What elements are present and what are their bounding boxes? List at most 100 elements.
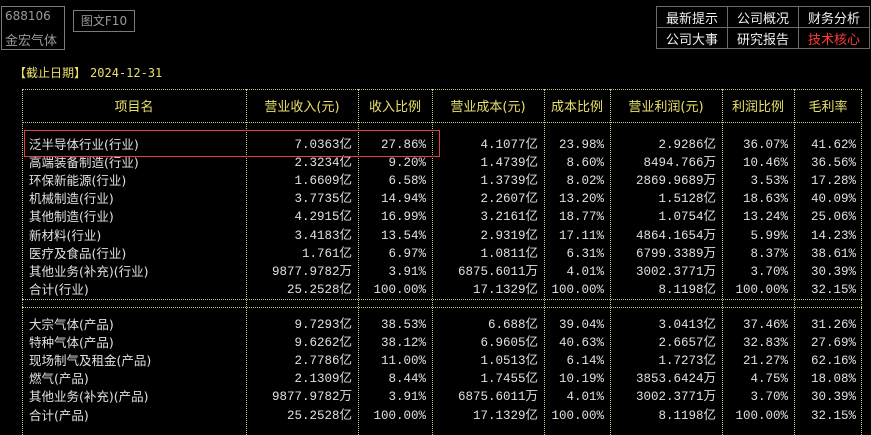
- highlight-box: [24, 130, 440, 157]
- cell-profit-ratio: 4.75%: [750, 372, 788, 387]
- deadline-value: 2024-12-31: [90, 66, 163, 80]
- column-header-profit[interactable]: 营业利润(元): [610, 96, 722, 115]
- cell-revenue: 9.7293亿: [294, 318, 352, 332]
- row-divider: [22, 307, 862, 308]
- cell-gross-margin: 17.28%: [810, 174, 856, 189]
- cell-profit: 3002.3771万: [635, 264, 716, 279]
- table-row[interactable]: 环保新能源(行业) 1.6609亿 6.58% 1.3739亿 8.02% 2869.96…: [0, 172, 871, 190]
- cell-gross-margin: 36.56%: [810, 156, 856, 171]
- deadline: 【截止日期】 2024-12-31: [14, 64, 162, 81]
- cell-cost: 1.7455亿: [480, 372, 538, 387]
- column-header-cost-ratio[interactable]: 成本比例: [544, 96, 610, 115]
- cell-profit: 1.0754亿: [658, 210, 716, 225]
- cell-profit-ratio: 10.46%: [742, 156, 788, 171]
- cell-revenue-ratio: 8.44%: [388, 372, 426, 387]
- cell-profit: 3.0413亿: [658, 318, 716, 332]
- cell-cost-ratio: 23.98%: [558, 138, 604, 152]
- cell-gross-margin: 27.69%: [810, 336, 856, 351]
- cell-revenue-ratio: 100.00%: [373, 408, 426, 423]
- cell-profit: 2.9286亿: [658, 138, 716, 152]
- cell-revenue: 9877.9782万: [271, 390, 352, 405]
- cell-revenue-ratio: 11.00%: [380, 354, 426, 369]
- cell-profit-ratio: 5.99%: [750, 228, 788, 243]
- cell-cost-ratio: 6.14%: [566, 354, 604, 369]
- cell-cost-ratio: 18.77%: [558, 210, 604, 225]
- cell-revenue-ratio: 38.53%: [380, 318, 426, 332]
- cell-revenue-ratio: 3.91%: [388, 390, 426, 405]
- nav-research-reports[interactable]: 研究报告: [727, 27, 799, 49]
- cell-name: 环保新能源(行业): [29, 173, 127, 189]
- column-header-gross-margin[interactable]: 毛利率: [794, 96, 862, 115]
- cell-name: 新材料(行业): [29, 227, 102, 243]
- cell-profit-ratio: 32.83%: [742, 336, 788, 351]
- column-header-cost[interactable]: 营业成本(元): [432, 96, 544, 115]
- table-row[interactable]: 其他业务(补充)(行业) 9877.9782万 3.91% 6875.6011万 4.0…: [0, 263, 871, 281]
- cell-cost: 6875.6011万: [457, 264, 538, 279]
- row-divider: [22, 122, 862, 123]
- cell-cost-ratio: 40.63%: [558, 336, 604, 351]
- cell-cost: 1.0811亿: [480, 246, 538, 261]
- table-row[interactable]: 现场制气及租金(产品) 2.7786亿 11.00% 1.0513亿 6.14% 1.72…: [0, 352, 871, 370]
- cell-name: 其他业务(补充)(行业): [29, 263, 149, 279]
- table-row[interactable]: 其他业务(补充)(产品) 9877.9782万 3.91% 6875.6011万 4.0…: [0, 388, 871, 406]
- cell-revenue: 1.761亿: [301, 246, 352, 261]
- cell-profit: 3853.6424万: [635, 372, 716, 387]
- cell-profit-ratio: 21.27%: [742, 354, 788, 369]
- nav-company-overview[interactable]: 公司概况: [727, 6, 799, 28]
- nav-tech-core[interactable]: 技术核心: [798, 27, 870, 49]
- column-header-name[interactable]: 项目名: [22, 96, 246, 115]
- cell-name: 合计(产品): [29, 407, 89, 423]
- cell-cost-ratio: 10.19%: [558, 372, 604, 387]
- nav-financial-analysis[interactable]: 财务分析: [798, 6, 870, 28]
- cell-cost: 1.4739亿: [480, 156, 538, 171]
- cell-gross-margin: 30.39%: [810, 264, 856, 279]
- row-divider: [22, 299, 862, 300]
- cell-revenue-ratio: 6.58%: [388, 174, 426, 189]
- table-row[interactable]: 合计(行业) 25.2528亿 100.00% 17.1329亿 100.00% 8.11…: [0, 281, 871, 299]
- table-row[interactable]: 特种气体(产品) 9.6262亿 38.12% 6.9605亿 40.63% 2.6657…: [0, 334, 871, 352]
- table-row[interactable]: 其他制造(行业) 4.2915亿 16.99% 3.2161亿 18.77% 1.0754…: [0, 208, 871, 226]
- cell-revenue: 1.6609亿: [294, 174, 352, 189]
- cell-revenue-ratio: 14.94%: [380, 192, 426, 207]
- column-header-profit-ratio[interactable]: 利润比例: [722, 96, 794, 115]
- f10-tab[interactable]: 图文F10: [73, 10, 135, 32]
- cell-profit-ratio: 36.07%: [742, 138, 788, 152]
- cell-gross-margin: 38.61%: [810, 246, 856, 261]
- table-row[interactable]: 大宗气体(产品) 9.7293亿 38.53% 6.688亿 39.04% 3.0413亿…: [0, 316, 871, 334]
- column-header-revenue-ratio[interactable]: 收入比例: [358, 96, 432, 115]
- cell-gross-margin: 41.62%: [810, 138, 856, 152]
- top-nav: 最新提示 公司概况 财务分析 公司大事 研究报告 技术核心: [656, 6, 870, 49]
- cell-cost-ratio: 100.00%: [551, 408, 604, 423]
- column-header-revenue[interactable]: 营业收入(元): [246, 96, 358, 115]
- table-row[interactable]: 合计(产品) 25.2528亿 100.00% 17.1329亿 100.00% 8.11…: [0, 407, 871, 425]
- cell-profit-ratio: 18.63%: [742, 192, 788, 207]
- cell-cost-ratio: 8.02%: [566, 174, 604, 189]
- cell-profit-ratio: 3.70%: [750, 390, 788, 405]
- cell-name: 燃气(产品): [29, 371, 89, 387]
- cell-cost: 1.3739亿: [480, 174, 538, 189]
- cell-profit-ratio: 100.00%: [735, 408, 788, 423]
- cell-profit: 8494.766万: [643, 156, 716, 171]
- cell-revenue: 25.2528亿: [286, 282, 352, 297]
- cell-profit: 4864.1654万: [635, 228, 716, 243]
- cell-profit: 3002.3771万: [635, 390, 716, 405]
- nav-company-events[interactable]: 公司大事: [656, 27, 728, 49]
- table-row[interactable]: 医疗及食品(行业) 1.761亿 6.97% 1.0811亿 6.31% 6799.338…: [0, 245, 871, 263]
- cell-profit: 8.1198亿: [658, 408, 716, 423]
- cell-name: 合计(行业): [29, 281, 89, 297]
- cell-revenue-ratio: 100.00%: [373, 282, 426, 297]
- cell-cost: 17.1329亿: [472, 282, 538, 297]
- cell-name: 大宗气体(产品): [29, 317, 114, 332]
- cell-cost: 2.9319亿: [480, 228, 538, 243]
- cell-cost: 1.0513亿: [480, 354, 538, 369]
- cell-revenue: 9877.9782万: [271, 264, 352, 279]
- cell-profit: 8.1198亿: [658, 282, 716, 297]
- cell-revenue-ratio: 3.91%: [388, 264, 426, 279]
- table-row[interactable]: 机械制造(行业) 3.7735亿 14.94% 2.2607亿 13.20% 1.5128…: [0, 190, 871, 208]
- cell-cost-ratio: 17.11%: [558, 228, 604, 243]
- table-row[interactable]: 燃气(产品) 2.1309亿 8.44% 1.7455亿 10.19% 3853.6424…: [0, 370, 871, 388]
- cell-profit-ratio: 13.24%: [742, 210, 788, 225]
- nav-latest-tips[interactable]: 最新提示: [656, 6, 728, 28]
- table-row[interactable]: 新材料(行业) 3.4183亿 13.54% 2.9319亿 17.11% 4864.16…: [0, 227, 871, 245]
- cell-gross-margin: 14.23%: [810, 228, 856, 243]
